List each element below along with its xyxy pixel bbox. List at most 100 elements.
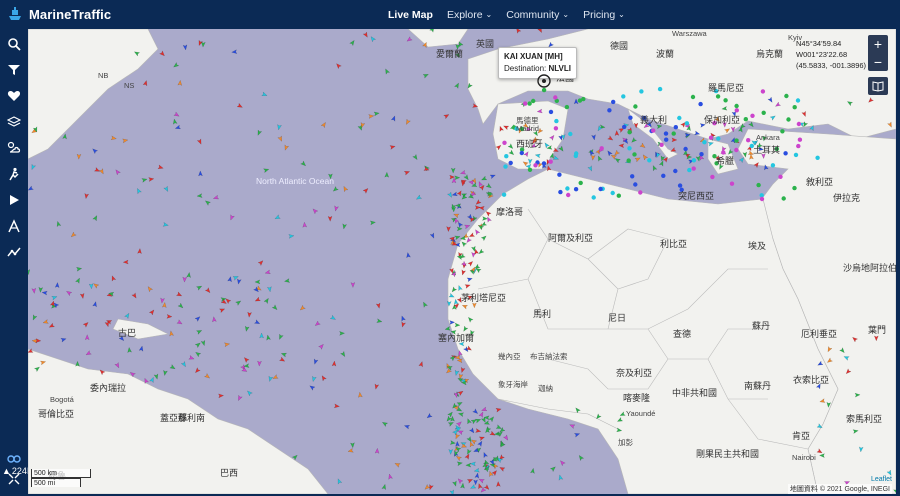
vessel-marker[interactable] (218, 393, 224, 399)
vessel-marker[interactable] (456, 401, 463, 407)
vessel-marker[interactable] (340, 350, 347, 357)
vessel-marker[interactable] (466, 418, 472, 425)
vessel-marker[interactable] (867, 97, 874, 103)
vessel-marker[interactable] (88, 283, 94, 290)
vessel-marker[interactable] (122, 259, 129, 265)
anchored-vessel-marker[interactable] (708, 135, 714, 140)
vessel-marker[interactable] (300, 160, 307, 167)
vessel-marker[interactable] (159, 50, 166, 57)
vessel-marker[interactable] (291, 454, 298, 461)
vessel-marker[interactable] (527, 158, 533, 165)
vessel-marker[interactable] (166, 314, 173, 319)
vessel-marker[interactable] (311, 207, 319, 215)
vessel-marker[interactable] (449, 354, 456, 362)
vessel-marker[interactable] (537, 29, 544, 33)
vessel-marker[interactable] (738, 156, 745, 164)
vessel-marker[interactable] (548, 134, 555, 141)
vessel-marker[interactable] (246, 389, 253, 397)
live-map[interactable]: North Atlantic Ocean 摩洛哥 阿爾及利亞 利比亞 埃及 茅利… (28, 29, 896, 494)
vessel-marker[interactable] (466, 276, 473, 283)
vessel-marker[interactable] (451, 191, 458, 197)
vessel-marker[interactable] (456, 461, 463, 467)
vessel-marker[interactable] (753, 161, 760, 169)
vessel-marker[interactable] (335, 62, 342, 70)
vessel-marker[interactable] (31, 314, 38, 321)
vessel-marker[interactable] (816, 448, 823, 455)
anchored-vessel-marker[interactable] (573, 187, 579, 192)
vessel-marker[interactable] (313, 358, 319, 365)
vessel-marker[interactable] (266, 334, 271, 341)
vessel-marker[interactable] (299, 304, 306, 311)
vessel-marker[interactable] (429, 29, 436, 33)
vessel-marker[interactable] (453, 212, 460, 219)
vessel-marker[interactable] (495, 407, 502, 413)
anchored-vessel-marker[interactable] (663, 131, 669, 136)
vessel-marker[interactable] (607, 135, 614, 142)
anchored-vessel-marker[interactable] (566, 192, 571, 198)
vessel-marker[interactable] (854, 392, 861, 398)
anchored-vessel-marker[interactable] (627, 146, 632, 151)
vessel-marker[interactable] (194, 341, 201, 349)
vessel-marker[interactable] (373, 111, 380, 117)
fullscreen-button[interactable] (0, 470, 28, 488)
vessel-marker[interactable] (406, 36, 413, 43)
anchored-vessel-marker[interactable] (616, 193, 621, 198)
vessel-marker[interactable] (670, 147, 677, 154)
vessel-marker[interactable] (450, 286, 458, 293)
anchored-vessel-marker[interactable] (743, 117, 748, 122)
vessel-marker[interactable] (478, 248, 485, 255)
vessel-marker[interactable] (376, 318, 383, 324)
vessel-marker[interactable] (472, 408, 479, 415)
anchored-vessel-marker[interactable] (502, 140, 507, 145)
vessel-marker[interactable] (730, 126, 736, 133)
anchored-vessel-marker[interactable] (533, 163, 538, 168)
vessel-marker[interactable] (468, 427, 475, 434)
vessel-marker[interactable] (219, 307, 226, 313)
vessel-marker[interactable] (279, 356, 286, 363)
vessel-marker[interactable] (470, 418, 477, 425)
vessel-marker[interactable] (591, 154, 596, 161)
vessel-marker[interactable] (212, 194, 220, 200)
vessel-marker[interactable] (424, 484, 431, 490)
vessel-marker[interactable] (387, 473, 393, 480)
vessel-marker[interactable] (272, 374, 279, 381)
vessel-marker[interactable] (350, 442, 355, 449)
vessel-marker[interactable] (235, 299, 242, 306)
vessel-marker[interactable] (574, 407, 581, 414)
vessel-marker[interactable] (460, 482, 466, 489)
vessel-marker[interactable] (839, 347, 846, 354)
vessel-marker[interactable] (534, 153, 541, 159)
vessel-marker[interactable] (596, 155, 603, 162)
anchored-vessel-marker[interactable] (684, 121, 690, 126)
vessel-marker[interactable] (634, 156, 641, 163)
vessel-marker[interactable] (496, 481, 501, 487)
anchored-vessel-marker[interactable] (781, 196, 786, 201)
anchored-vessel-marker[interactable] (657, 86, 663, 92)
vessel-marker[interactable] (141, 177, 148, 183)
vessel-marker[interactable] (51, 295, 58, 301)
vessel-marker[interactable] (817, 360, 824, 367)
vessel-marker[interactable] (530, 467, 535, 474)
layers-button[interactable] (0, 109, 28, 135)
vessel-marker[interactable] (449, 489, 455, 494)
vessel-marker[interactable] (362, 187, 369, 194)
vessel-marker[interactable] (160, 297, 165, 304)
vessel-marker[interactable] (243, 356, 250, 363)
vessel-marker[interactable] (38, 286, 44, 293)
vessel-marker[interactable] (591, 134, 597, 141)
vessel-marker[interactable] (455, 420, 462, 428)
vessel-marker[interactable] (819, 453, 825, 458)
vessel-marker[interactable] (82, 321, 89, 328)
anchored-vessel-marker[interactable] (734, 103, 739, 109)
vessel-marker[interactable] (558, 145, 565, 152)
vessel-marker[interactable] (466, 82, 473, 89)
vessel-marker[interactable] (642, 154, 649, 161)
vessel-marker[interactable] (464, 283, 471, 289)
vessel-marker[interactable] (92, 215, 99, 222)
nav-community[interactable]: Community ⌄ (506, 9, 569, 21)
vessel-marker[interactable] (110, 135, 117, 141)
anchored-vessel-marker[interactable] (770, 163, 776, 168)
vessel-marker[interactable] (463, 174, 470, 181)
vessel-marker[interactable] (28, 348, 34, 355)
vessel-marker[interactable] (543, 142, 550, 149)
